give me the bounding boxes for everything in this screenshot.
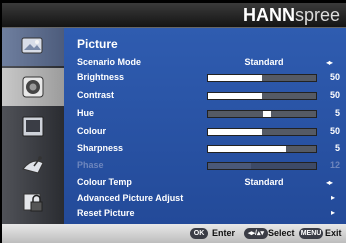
- menu-row-number: 50: [329, 72, 340, 82]
- chevron-right-icon[interactable]: ▸: [331, 193, 335, 202]
- sidebar: [2, 28, 64, 224]
- menu-row-label: Phase: [77, 160, 104, 170]
- menu-row-label: Contrast: [77, 90, 115, 100]
- menu-row-label: Colour Temp: [77, 177, 132, 187]
- phase-slider: [207, 162, 317, 170]
- menu-row-number: 5: [334, 143, 340, 153]
- menu-row-brightness[interactable]: Brightness 50: [64, 70, 346, 87]
- menu-row-label: Advanced Picture Adjust: [77, 193, 184, 203]
- menu-row-colour[interactable]: Colour 50: [64, 124, 346, 141]
- contrast-slider[interactable]: [207, 92, 317, 100]
- menu-row-phase: Phase 12: [64, 158, 346, 175]
- header-bar: HANNspree: [2, 3, 346, 28]
- chevron-right-icon[interactable]: ▸: [331, 208, 335, 217]
- menu-row-label: Reset Picture: [77, 208, 135, 218]
- left-right-arrows-icon[interactable]: ◂▸: [326, 58, 333, 67]
- footer-hint-bar: OK Enter ◂▸/▴▾ Select MENU Exit: [2, 224, 346, 243]
- menu-row-number: 50: [329, 90, 340, 100]
- tv-osd-screen: HANNspree Picture Scenario Mode Standard…: [0, 0, 346, 243]
- navigation-key-icon: ◂▸/▴▾: [244, 228, 268, 239]
- sidebar-item-picture[interactable]: [2, 28, 64, 66]
- menu-row-value: Standard: [244, 177, 284, 187]
- menu-row-label: Sharpness: [77, 143, 124, 153]
- sidebar-item-display[interactable]: [2, 108, 64, 146]
- speaker-icon: [22, 76, 44, 98]
- menu-row-number: 50: [329, 126, 340, 136]
- page-title: Picture: [77, 37, 118, 51]
- colour-slider[interactable]: [207, 128, 317, 136]
- select-hint: Select: [268, 228, 295, 238]
- brightness-slider[interactable]: [207, 74, 317, 82]
- menu-row-number: 5: [334, 108, 340, 118]
- enter-hint: Enter: [212, 228, 236, 238]
- brand-logo: HANNspree: [242, 5, 340, 25]
- menu-row-reset-picture[interactable]: Reset Picture ▸: [64, 206, 346, 223]
- menu-row-hue[interactable]: Hue 5: [64, 106, 346, 123]
- menu-row-number: 12: [329, 160, 340, 170]
- menu-row-sharpness[interactable]: Sharpness 5: [64, 141, 346, 158]
- menu-row-contrast[interactable]: Contrast 50: [64, 88, 346, 105]
- menu-row-label: Hue: [77, 108, 95, 118]
- lock-icon: [23, 193, 43, 212]
- menu-row-value: Standard: [244, 57, 284, 67]
- left-right-arrows-icon[interactable]: ◂▸: [326, 178, 333, 187]
- settings-panel: Picture Scenario Mode Standard ◂▸ Bright…: [64, 28, 346, 224]
- menu-row-label: Scenario Mode: [77, 57, 142, 67]
- exit-hint: Exit: [325, 228, 342, 238]
- ok-key-icon: OK: [190, 228, 208, 239]
- sharpness-slider[interactable]: [207, 145, 317, 153]
- sidebar-item-setup[interactable]: [2, 146, 64, 184]
- menu-key-icon: MENU: [299, 228, 323, 239]
- menu-row-colour-temp[interactable]: Colour Temp Standard ◂▸: [64, 175, 346, 192]
- menu-row-label: Brightness: [77, 72, 125, 82]
- menu-row-label: Colour: [77, 126, 106, 136]
- hue-slider[interactable]: [207, 110, 317, 118]
- display-icon: [22, 116, 44, 137]
- picture-icon: [21, 37, 43, 54]
- sidebar-item-audio[interactable]: [2, 68, 64, 106]
- sidebar-item-lock[interactable]: [2, 184, 64, 222]
- satellite-icon: [22, 156, 44, 174]
